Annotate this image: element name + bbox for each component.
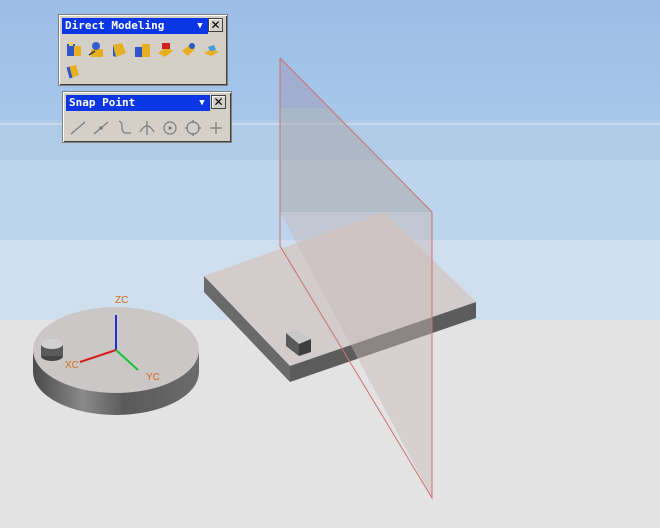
mid-point-icon[interactable]: [93, 121, 109, 135]
direct-modeling-tool-8-icon[interactable]: [66, 65, 79, 79]
direct-modeling-tool-2-icon[interactable]: [88, 42, 103, 57]
direct-modeling-title: Direct Modeling: [65, 19, 165, 32]
direct-modeling-tool-4-icon[interactable]: [135, 44, 150, 57]
close-icon[interactable]: ✕: [208, 18, 223, 32]
existing-point-icon[interactable]: [210, 122, 222, 134]
direct-modeling-tool-1-icon[interactable]: [67, 42, 81, 56]
toolbar-options-arrow-icon[interactable]: ▼: [194, 18, 206, 34]
z-axis-label: ZC: [115, 295, 128, 306]
intersection-point-icon[interactable]: [139, 121, 155, 135]
arc-center-icon[interactable]: [163, 121, 177, 135]
end-point-icon[interactable]: [70, 121, 86, 135]
toolbar-options-arrow-icon[interactable]: ▼: [196, 95, 208, 111]
quadrant-point-icon[interactable]: [185, 120, 201, 136]
direct-modeling-tools: [66, 42, 219, 79]
close-icon[interactable]: ✕: [211, 95, 226, 109]
control-point-icon[interactable]: [118, 120, 131, 134]
snap-point-toolbar[interactable]: Snap Point ▼ ✕: [62, 91, 232, 143]
direct-modeling-tool-5-icon[interactable]: [158, 43, 173, 57]
direct-modeling-tool-7-icon[interactable]: [204, 45, 219, 56]
x-axis-label: XC: [65, 360, 79, 371]
snap-point-tools: [70, 120, 222, 136]
snap-point-title: Snap Point: [69, 96, 136, 109]
direct-modeling-title-bar[interactable]: Direct Modeling ▼: [62, 18, 208, 34]
direct-modeling-tool-3-icon[interactable]: [113, 43, 126, 57]
direct-modeling-tool-6-icon[interactable]: [182, 43, 195, 56]
small-cylinder-top: [41, 339, 63, 349]
direct-modeling-toolbar[interactable]: Direct Modeling ▼ ✕: [58, 14, 228, 86]
y-axis-label: YC: [146, 372, 160, 383]
snap-point-title-bar[interactable]: Snap Point ▼: [66, 95, 210, 111]
